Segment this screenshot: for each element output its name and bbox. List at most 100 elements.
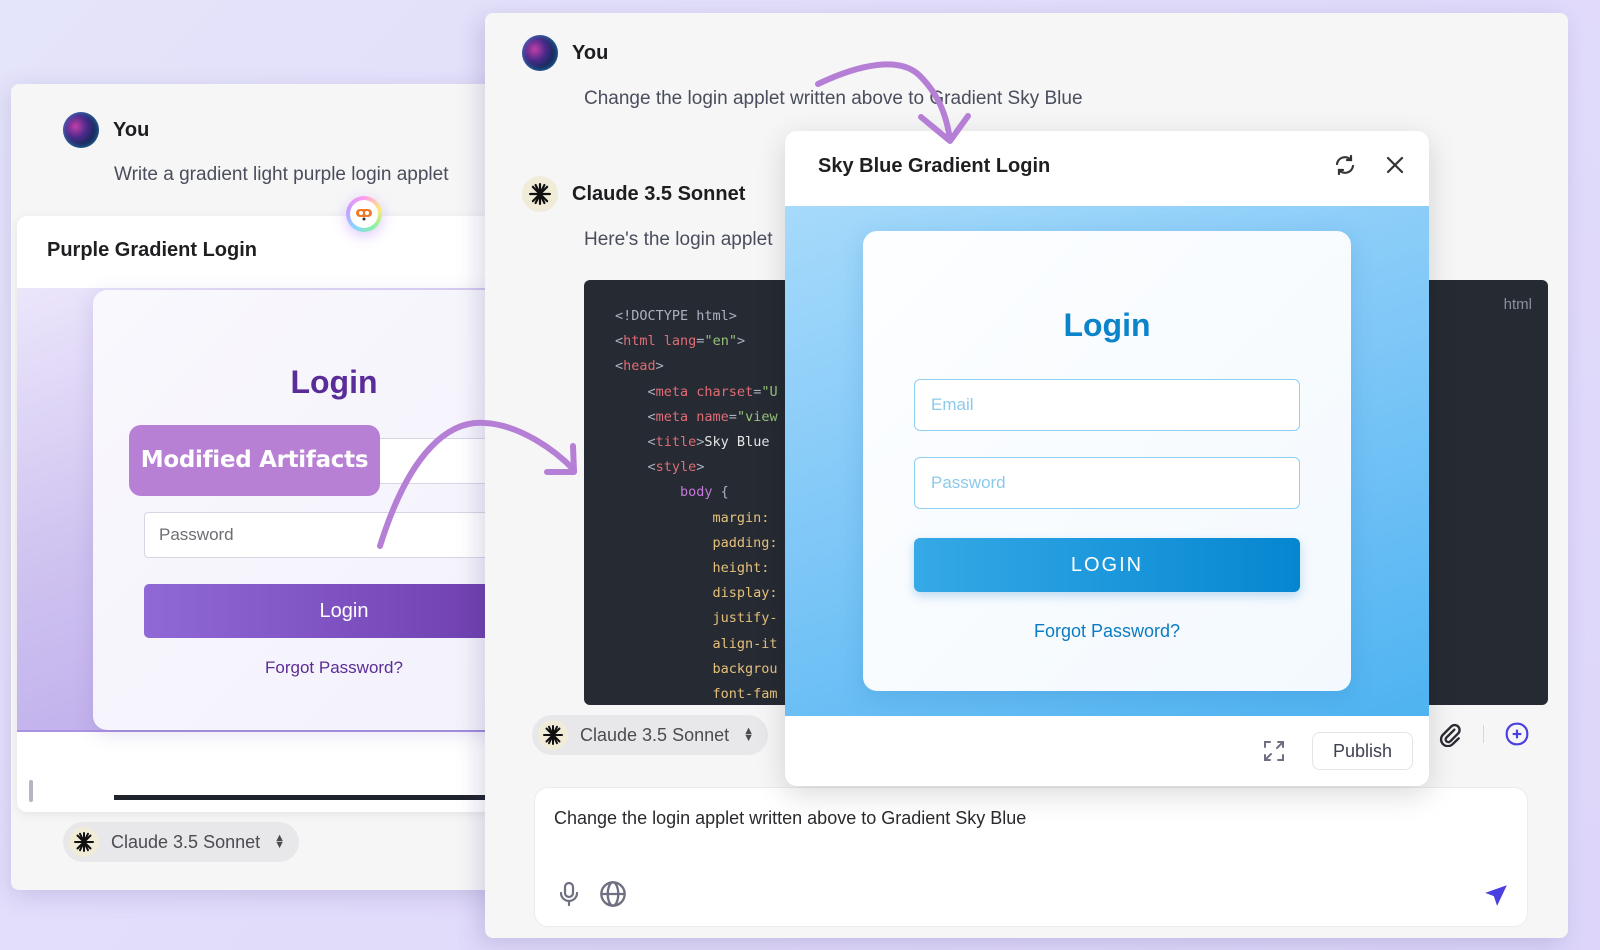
refresh-icon[interactable]	[1333, 153, 1357, 177]
sender-name: You	[572, 41, 609, 64]
code-token: <	[615, 434, 656, 451]
close-icon[interactable]	[1385, 155, 1405, 175]
code-token: padding:	[615, 534, 778, 551]
code-token: <	[615, 408, 656, 425]
code-line: font-fam	[615, 682, 778, 705]
sky-artifact-panel: Sky Blue Gradient Login Login Email Pass…	[785, 131, 1429, 786]
code-token: {	[712, 484, 729, 501]
password-field[interactable]: Password	[914, 457, 1300, 509]
code-line: <meta name="view	[615, 405, 778, 430]
code-token: align-it	[615, 635, 778, 652]
code-token: body	[615, 484, 713, 501]
login-heading: Login	[1063, 307, 1151, 343]
artifact-footer: Publish	[785, 716, 1429, 786]
code-line: margin:	[615, 506, 778, 531]
code-line: justify-	[615, 606, 778, 631]
modified-artifacts-badge: Modified Artifacts	[129, 425, 380, 496]
composer-tools	[1437, 721, 1530, 747]
model-selector[interactable]: Claude 3.5 Sonnet ▲ ▼	[532, 715, 769, 755]
code-line: <!DOCTYPE html>	[615, 304, 778, 329]
code-token: height:	[615, 560, 778, 577]
microphone-icon[interactable]	[557, 881, 581, 907]
forgot-password-link[interactable]: Forgot Password?	[863, 621, 1351, 642]
code-line: <head>	[615, 354, 778, 379]
user-message-text: Change the login applet written above to…	[584, 88, 1083, 109]
code-token: >	[655, 358, 664, 375]
artifact-preview: Login Email Password LOGIN Forgot Passwo…	[785, 206, 1429, 716]
password-field[interactable]: Password	[144, 512, 511, 558]
code-token: >	[736, 333, 746, 350]
chevron-updown-icon: ▲ ▼	[274, 832, 286, 851]
model-label: Claude 3.5 Sonnet	[111, 831, 261, 852]
code-token: style	[655, 459, 697, 476]
login-card: Login Email Password LOGIN Forgot Passwo…	[863, 231, 1351, 691]
code-line: padding:	[615, 531, 778, 556]
artifact-title: Sky Blue Gradient Login	[818, 155, 1051, 177]
code-token: <	[615, 333, 624, 350]
code-token: font-fam	[615, 686, 778, 703]
purple-artifact-panel: Purple Gradient Login Login Password Log…	[17, 216, 511, 812]
claude-logo-icon	[522, 176, 558, 212]
fullscreen-icon[interactable]	[1262, 739, 1286, 763]
composer-input[interactable]: Change the login applet written above to…	[554, 808, 1026, 829]
assistant-message-text: Here's the login applet	[584, 229, 773, 250]
claude-logo-icon	[538, 720, 568, 750]
code-token: <	[615, 383, 656, 400]
code-token: <	[615, 358, 624, 375]
code-token: display:	[615, 585, 778, 602]
code-line: align-it	[615, 632, 778, 657]
code-token: "en"	[704, 333, 737, 350]
code-line: <meta charset="U	[615, 380, 778, 405]
code-token: <!DOCTYPE html>	[615, 308, 737, 324]
sender-name: You	[113, 118, 150, 141]
artifact-preview: Login Password Login Forgot Password?	[17, 288, 511, 802]
code-line: display:	[615, 581, 778, 606]
code-token: justify-	[615, 610, 778, 627]
code-token: meta	[655, 383, 689, 400]
code-language-label: html	[1503, 296, 1532, 313]
code-line: body {	[615, 480, 778, 505]
user-avatar	[63, 112, 99, 148]
artifact-title: Purple Gradient Login	[47, 239, 258, 261]
assistant-bubble-icon[interactable]	[346, 196, 382, 232]
code-token: margin:	[615, 509, 778, 526]
code-line: <html lang="en">	[615, 329, 778, 354]
assistant-message-header: Claude 3.5 Sonnet	[522, 176, 745, 212]
login-card: Login Password Login Forgot Password?	[93, 290, 511, 730]
plus-circle-icon[interactable]	[1504, 721, 1530, 747]
message-composer[interactable]: Change the login applet written above to…	[534, 787, 1528, 927]
user-message-header: You	[522, 35, 608, 71]
publish-button[interactable]: Publish	[1311, 732, 1413, 770]
scrollbar-handle[interactable]	[29, 780, 33, 802]
code-token: "view	[736, 408, 778, 425]
toolbar-divider	[1483, 725, 1484, 743]
login-button[interactable]: Login	[144, 584, 511, 638]
user-message-header: You	[63, 112, 149, 148]
claude-logo-icon	[69, 827, 99, 857]
code-token: meta	[655, 408, 689, 425]
artifact-header: Sky Blue Gradient Login	[785, 131, 1429, 206]
send-icon[interactable]	[1483, 882, 1509, 908]
login-heading: Login	[290, 364, 378, 400]
code-token: >	[696, 459, 705, 476]
code-token: lang	[655, 333, 697, 350]
code-token: =	[728, 408, 737, 425]
globe-icon[interactable]	[599, 880, 627, 908]
code-line: backgrou	[615, 657, 778, 682]
code-token: head	[623, 358, 656, 375]
code-line: <title>Sky Blue	[615, 430, 778, 455]
login-button[interactable]: LOGIN	[914, 538, 1300, 592]
code-token: Sky Blue	[704, 434, 778, 451]
code-token: name	[688, 408, 729, 425]
code-token: html	[623, 333, 656, 350]
code-line: height:	[615, 556, 778, 581]
email-field[interactable]: Email	[914, 379, 1300, 431]
model-selector[interactable]: Claude 3.5 Sonnet ▲ ▼	[63, 822, 300, 862]
chevron-updown-icon: ▲ ▼	[743, 725, 755, 744]
forgot-password-link[interactable]: Forgot Password?	[93, 658, 511, 678]
code-line: <style>	[615, 455, 778, 480]
paperclip-icon[interactable]	[1437, 721, 1463, 747]
sender-name: Claude 3.5 Sonnet	[572, 182, 746, 205]
user-avatar	[522, 35, 558, 71]
code-token: "U	[761, 383, 778, 400]
